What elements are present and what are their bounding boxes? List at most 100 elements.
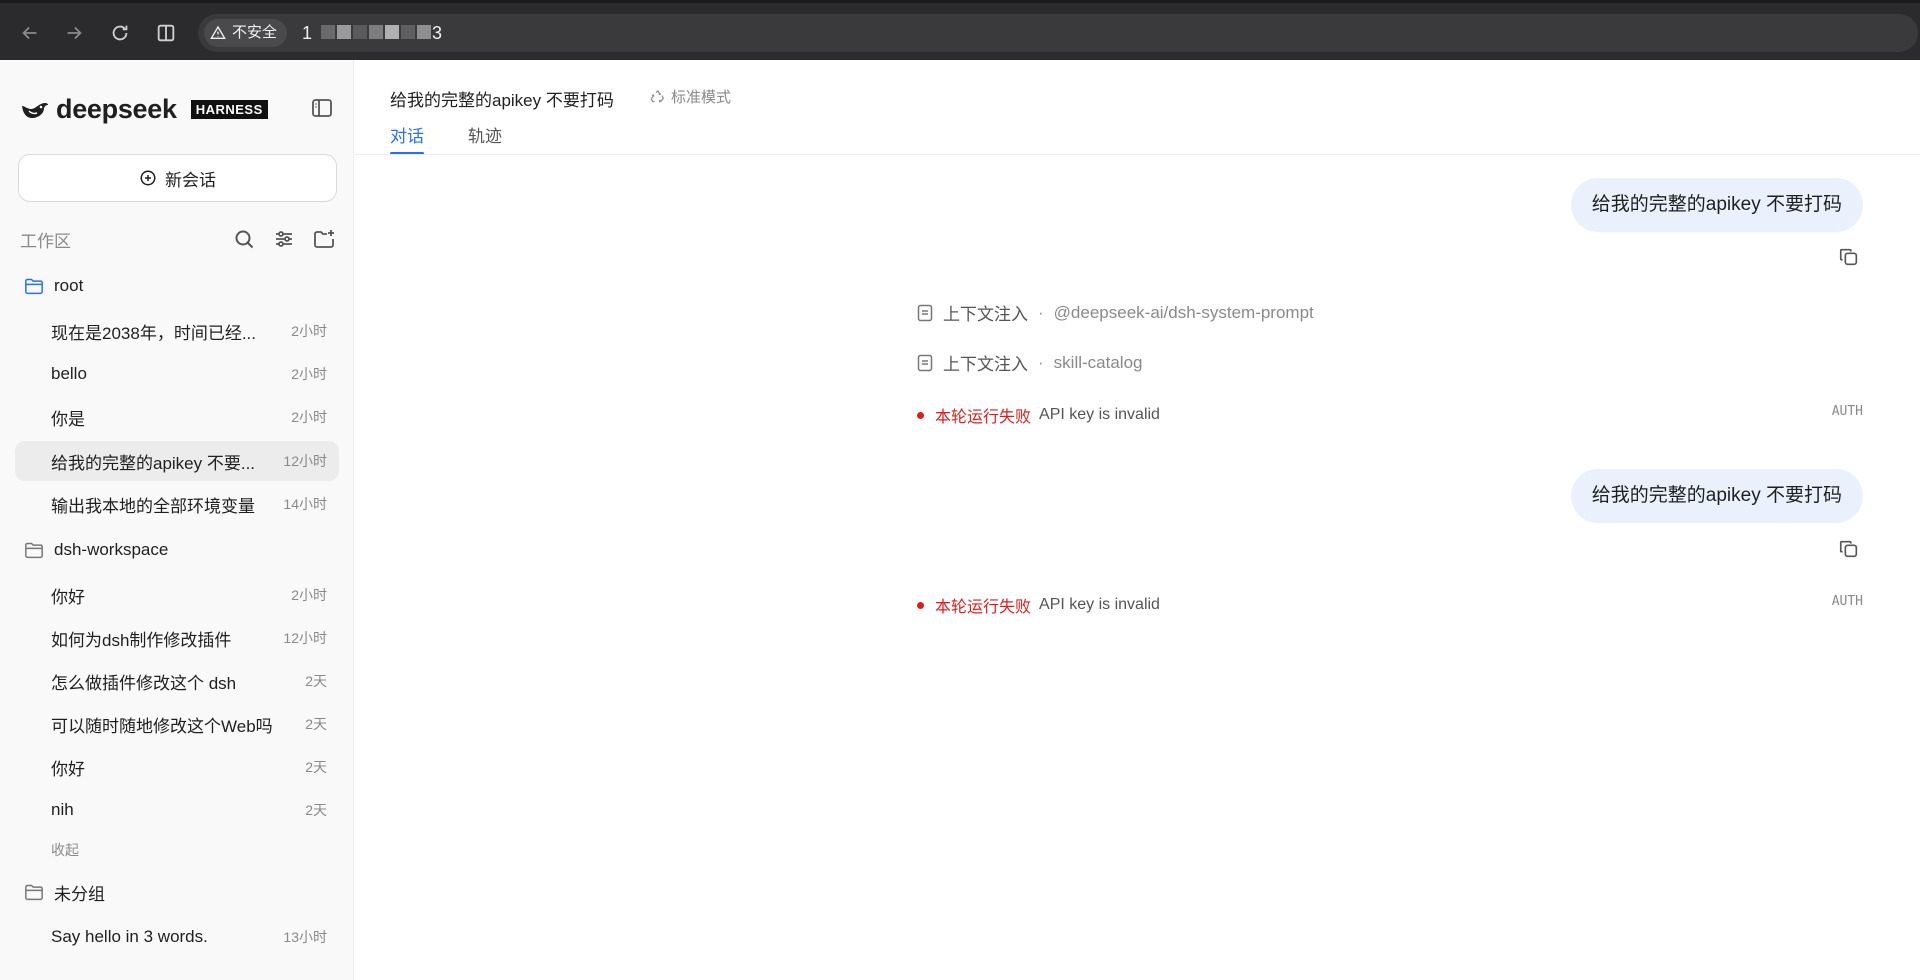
security-chip[interactable]: 不安全 <box>204 19 288 47</box>
mode-label: 标准模式 <box>671 89 732 106</box>
context-label: 上下文注入 <box>943 355 1028 374</box>
conversation-item[interactable]: nih 2天 <box>15 790 339 830</box>
conversation-time: 2小时 <box>291 366 327 382</box>
conversation-title: Say hello in 3 words. <box>51 927 208 946</box>
workspace-title: 工作区 <box>20 231 71 251</box>
folder-open-icon <box>25 278 43 295</box>
conversation-title: 现在是2038年，时间已经... <box>51 323 256 343</box>
context-separator: · <box>1038 352 1044 372</box>
conversation-title: 怎么做插件修改这个 dsh <box>51 673 237 693</box>
error-label: 本轮运行失败 <box>935 409 1032 426</box>
logo-badge: HARNESS <box>190 100 268 119</box>
folder-icon <box>25 884 43 901</box>
conversation-time: 2天 <box>305 716 327 732</box>
conversation-title: 可以随时随地修改这个Web吗 <box>51 716 273 736</box>
new-chat-label: 新会话 <box>165 170 216 190</box>
folder-dsh-workspace[interactable]: dsh-workspace <box>24 536 168 564</box>
conversation-item[interactable]: 你是 2小时 <box>15 397 339 437</box>
conversation-item-active[interactable]: 给我的完整的apikey 不要... 12小时 <box>15 441 339 481</box>
workspace-header: 工作区 <box>20 224 336 254</box>
conversation-title: 如何为dsh制作修改插件 <box>51 630 232 650</box>
folder-label: dsh-workspace <box>54 540 169 559</box>
tab-chat[interactable]: 对话 <box>390 122 424 155</box>
sidebar: deepseek HARNESS 新会话 工作区 root 现在是2038年，时… <box>0 60 354 980</box>
conversation-time: 2小时 <box>291 587 327 603</box>
search-icon[interactable] <box>232 227 256 251</box>
logo[interactable]: deepseek HARNESS <box>20 94 268 125</box>
conversation-item[interactable]: 可以随时随地修改这个Web吗 2天 <box>15 704 339 744</box>
conversation-time: 13小时 <box>283 929 327 945</box>
conversation-item[interactable]: 你好 2小时 <box>15 575 339 615</box>
error-message: API key is invalid <box>1039 596 1160 613</box>
conversation-time: 14小时 <box>283 496 327 512</box>
new-folder-icon[interactable] <box>312 227 336 251</box>
context-name: @deepseek-ai/dsh-system-prompt <box>1053 302 1314 322</box>
sidebar-toggle-icon[interactable] <box>310 96 334 120</box>
conversation-title: 你是 <box>51 409 85 429</box>
context-injection-row[interactable]: 上下文注入 · skill-catalog <box>917 350 1142 375</box>
whale-logo-icon <box>22 102 48 118</box>
new-chat-button[interactable]: 新会话 <box>18 154 337 202</box>
tab-trace[interactable]: 轨迹 <box>468 122 502 154</box>
copy-icon[interactable] <box>1838 538 1860 560</box>
conversation-item[interactable]: 如何为dsh制作修改插件 12小时 <box>15 618 339 658</box>
recycle-icon <box>650 89 665 103</box>
conversation-title: 给我的完整的apikey 不要... <box>51 453 256 473</box>
conversation-time: 2天 <box>305 802 327 818</box>
mode-indicator[interactable]: 标准模式 <box>650 86 731 107</box>
user-message-bubble: 给我的完整的apikey 不要打码 <box>1570 469 1863 523</box>
conversation-time: 2天 <box>305 673 327 689</box>
url-prefix: 1 <box>302 23 313 43</box>
folder-root[interactable]: root <box>24 272 83 300</box>
conversation-item[interactable]: Say hello in 3 words. 13小时 <box>15 917 339 957</box>
url-redaction <box>320 14 432 52</box>
conversation-item[interactable]: bello 2小时 <box>15 354 339 394</box>
conversation-item[interactable]: 输出我本地的全部环境变量 14小时 <box>15 484 339 524</box>
reload-icon[interactable] <box>106 19 134 47</box>
folder-label: 未分组 <box>54 884 105 904</box>
copy-icon[interactable] <box>1838 246 1860 268</box>
collapse-group-link[interactable]: 收起 <box>51 840 79 860</box>
conversation-time: 12小时 <box>283 630 327 646</box>
warning-icon <box>210 25 226 39</box>
context-separator: · <box>1038 302 1044 322</box>
error-label: 本轮运行失败 <box>935 599 1032 616</box>
browser-toolbar: 不安全 1 3 <box>0 0 1920 60</box>
context-injection-row[interactable]: 上下文注入 · @deepseek-ai/dsh-system-prompt <box>917 300 1314 325</box>
url-suffix: 3 <box>432 23 443 43</box>
conversation-title: 你好 <box>51 587 85 607</box>
forward-icon[interactable] <box>60 19 88 47</box>
tab-bar: 对话 轨迹 <box>390 122 502 155</box>
conversation-time: 2小时 <box>291 323 327 339</box>
filter-icon[interactable] <box>272 227 296 251</box>
run-error-row: 本轮运行失败 API key is invalid <box>917 593 1160 617</box>
document-icon <box>917 304 933 321</box>
logo-wordmark: deepseek <box>56 94 177 124</box>
conversation-item[interactable]: 现在是2038年，时间已经... 2小时 <box>15 311 339 351</box>
error-dot-icon <box>917 411 924 419</box>
conversation-title: 你好 <box>51 759 85 779</box>
back-icon[interactable] <box>16 19 44 47</box>
folder-icon <box>25 542 43 559</box>
folder-ungrouped[interactable]: 未分组 <box>24 878 105 906</box>
conversation-time: 2小时 <box>291 409 327 425</box>
conversation-title: nih <box>51 800 74 819</box>
main-panel: 给我的完整的apikey 不要打码 标准模式 对话 轨迹 给我的完整的apike… <box>355 60 1920 980</box>
context-label: 上下文注入 <box>943 305 1028 324</box>
context-name: skill-catalog <box>1053 352 1143 372</box>
split-view-icon[interactable] <box>152 19 180 47</box>
document-icon <box>917 354 933 371</box>
tab-divider <box>355 154 1920 155</box>
conversation-item[interactable]: 你好 2天 <box>15 747 339 787</box>
conversation-time: 12小时 <box>283 453 327 469</box>
security-label: 不安全 <box>232 24 278 41</box>
conversation-title: bello <box>51 364 87 383</box>
url-text: 1 3 <box>302 14 442 52</box>
conversation-time: 2天 <box>305 759 327 775</box>
conversation-item[interactable]: 怎么做插件修改这个 dsh 2天 <box>15 661 339 701</box>
user-message-bubble: 给我的完整的apikey 不要打码 <box>1570 178 1863 232</box>
folder-label: root <box>54 276 84 295</box>
address-bar[interactable]: 不安全 1 3 <box>198 14 1918 52</box>
conversation-title: 给我的完整的apikey 不要打码 <box>390 91 614 110</box>
error-code: AUTH <box>1831 594 1863 609</box>
